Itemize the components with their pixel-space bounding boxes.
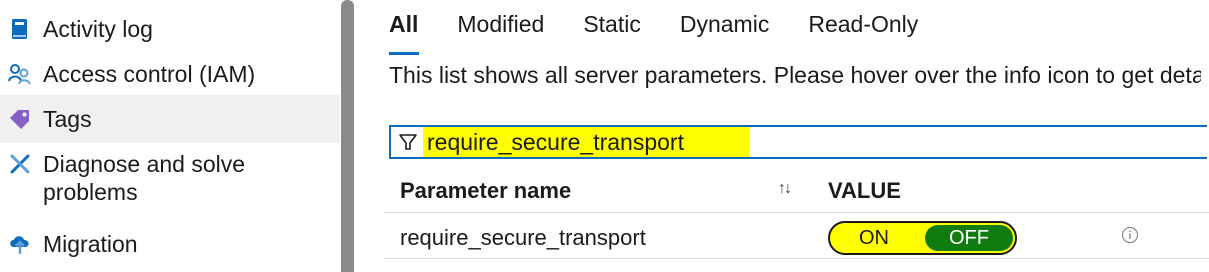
sidebar: Activity log Access control (IAM) Tags D…	[0, 0, 340, 272]
sidebar-item-label: Access control (IAM)	[43, 61, 256, 87]
toggle-on-option[interactable]: ON	[832, 224, 916, 252]
sidebar-item-label: Tags	[43, 106, 92, 132]
value-toggle[interactable]: ON OFF	[828, 221, 1017, 255]
tab-all[interactable]: All	[389, 8, 420, 55]
sidebar-item-label: Activity log	[43, 16, 153, 42]
activity-log-icon	[8, 15, 32, 43]
sidebar-item-activity-log[interactable]: Activity log	[0, 15, 340, 43]
access-control-icon	[8, 60, 32, 88]
sidebar-item-access-control[interactable]: Access control (IAM)	[0, 60, 340, 88]
tag-icon	[8, 105, 32, 133]
filter-icon	[395, 129, 421, 155]
scrollbar-thumb[interactable]	[341, 0, 354, 272]
description-text: This list shows all server parameters. P…	[389, 62, 1201, 88]
sidebar-item-tags[interactable]: Tags	[0, 95, 340, 143]
sidebar-item-label: Diagnose and solve problems	[43, 151, 246, 205]
sort-icon[interactable]: ↑↓	[778, 180, 792, 198]
tab-static[interactable]: Static	[583, 8, 641, 48]
filter-input[interactable]	[423, 127, 749, 157]
diagnose-icon	[8, 150, 32, 178]
toggle-off-option[interactable]: OFF	[925, 225, 1013, 251]
sidebar-item-diagnose[interactable]: Diagnose and solve problems	[0, 150, 340, 206]
info-icon[interactable]	[1121, 226, 1139, 244]
column-header-value: VALUE	[828, 178, 901, 203]
column-header-parameter-name[interactable]: Parameter name	[400, 176, 571, 206]
parameter-tabs: All Modified Static Dynamic Read-Only	[389, 8, 957, 55]
tab-dynamic[interactable]: Dynamic	[680, 8, 769, 48]
parameter-name-cell: require_secure_transport	[400, 225, 646, 250]
header-divider	[383, 212, 1209, 213]
tab-modified[interactable]: Modified	[457, 8, 544, 48]
filter-box	[389, 125, 1207, 159]
migration-icon	[8, 230, 32, 258]
tab-read-only[interactable]: Read-Only	[808, 8, 918, 48]
sidebar-item-migration[interactable]: Migration	[0, 230, 340, 258]
row-divider	[383, 258, 1209, 259]
sidebar-scrollbar[interactable]	[340, 0, 355, 272]
sidebar-item-label: Migration	[43, 231, 138, 257]
